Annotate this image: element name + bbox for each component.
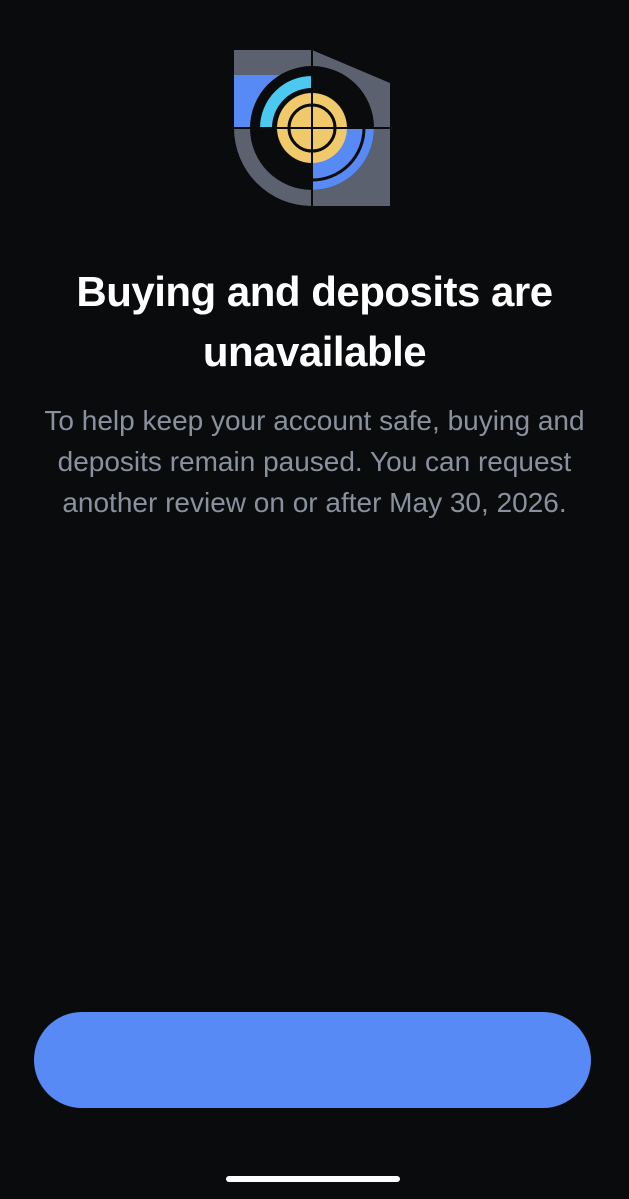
primary-action-button[interactable]	[34, 1012, 591, 1108]
page-title: Buying and deposits are unavailable	[76, 268, 553, 375]
status-message: To help keep your account safe, buying a…	[44, 405, 585, 518]
home-indicator[interactable]	[226, 1176, 400, 1182]
shield-lock-illustration-icon	[234, 50, 390, 206]
